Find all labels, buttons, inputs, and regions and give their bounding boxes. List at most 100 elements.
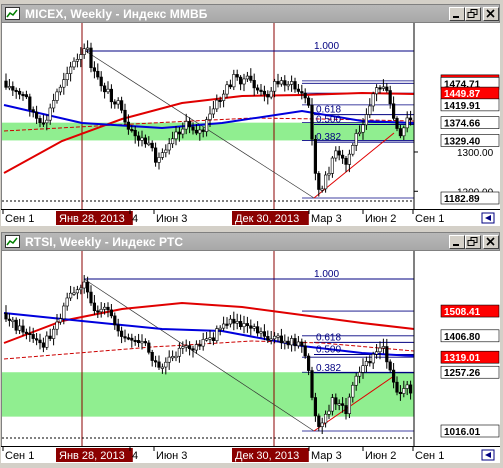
candle-body [154,147,158,163]
candle-body [86,47,90,50]
candle-body [364,114,369,126]
restore-button[interactable] [465,7,481,21]
candle-body [48,107,52,121]
candle-body [242,323,246,328]
candle-body [17,325,22,331]
candle-body [381,86,386,89]
candle-body [402,127,406,137]
price-label: 1508.41 [444,307,481,318]
chart-window-micex: MICEX, Weekly - Индекс ММВБ 1.000 0.618 0.… [1,4,502,226]
window-titlebar[interactable]: RTSI, Weekly - Индекс РТС [1,232,500,251]
close-button[interactable] [483,7,499,21]
candle-body [371,93,375,107]
minimize-button[interactable] [449,235,465,249]
candle-body [249,75,253,81]
x-axis-bar: Сен 1 Янв 28, 2013 4 Июн 3 Дек 30, 2013 Мар 3… [1,446,500,463]
window-title: RTSI, Weekly - Индекс РТС [25,235,184,249]
candle-body [340,154,345,159]
chart-window-rtsi: RTSI, Weekly - Индекс РТС 1.000 0.618 0.50… [1,232,502,464]
candle-body [96,70,100,78]
candle-body [58,86,62,93]
candle-body [300,91,304,94]
candle-body [150,142,154,149]
candle-body [34,338,39,341]
candle-body [361,365,365,373]
restore-button[interactable] [465,235,481,249]
candle-body [215,328,219,341]
candle-body [374,351,379,355]
candle-body [4,80,8,88]
candle-body [150,352,154,361]
candle-body [113,315,117,326]
candle-body [82,48,86,55]
candle-body [289,81,294,85]
x-axis-label: Дек 30, 2013 [235,450,299,462]
price-plot[interactable]: 1.0000.6180.5000.3821300.001200.001499.2… [1,23,500,209]
candle-body [378,87,382,90]
candle-body [4,312,8,320]
close-button[interactable] [483,235,499,249]
candle-body [398,128,403,137]
candle-body [306,355,311,371]
candle-body [259,331,263,334]
scroll-icon [481,449,495,461]
x-axis-label: Июн 2 [365,450,396,462]
candle-body [371,353,375,364]
candle-body [262,90,267,95]
candle-body [89,47,93,69]
candle-body [225,323,229,326]
price-label: 1319.01 [444,353,481,364]
candle-body [330,397,335,412]
x-axis-label: Июн 2 [365,213,396,225]
candle-body [62,79,66,88]
fibo-label: 0.500 [316,114,341,125]
price-label: 1257.26 [444,368,481,379]
candle-body [69,66,73,74]
candle-body [137,340,141,344]
x-axis-svg: Сен 1 Янв 28, 2013 4 Июн 3 Дек 30, 2013 Мар 3… [2,447,495,462]
candle-body [21,325,25,333]
price-label: 1182.89 [444,194,480,205]
moving-average-dashed [3,340,415,360]
candle-body [48,335,52,339]
candle-body [340,403,345,406]
fibo-label: 0.618 [316,332,341,343]
candle-body [320,422,324,427]
candle-body [171,356,175,359]
candle-body [58,318,62,323]
candle-body [354,375,358,386]
candle-body [28,332,32,336]
candle-body [235,321,239,324]
candle-body [296,341,301,347]
candle-body [198,129,202,134]
candle-body [51,328,56,339]
fibo-label: 1.000 [314,269,339,280]
x-axis-label: Янв 28, 2013 [59,450,125,462]
candle-body [103,306,107,310]
candle-body [130,129,134,132]
candle-body [14,89,18,93]
candle-body [198,344,202,347]
price-label: 1016.01 [444,427,481,438]
candle-body [194,129,199,134]
candle-body [194,344,199,351]
candle-body [164,361,168,368]
candle-body [208,337,212,340]
candle-body [143,137,148,145]
candle-body [133,129,137,137]
candle-body [245,75,250,80]
candle-body [72,60,76,68]
candle-body [283,340,287,344]
x-axis-bar: Сен 1 Янв 28, 2013 4 Июн 3 Дек 30, 2013 Мар 3… [1,209,500,226]
window-titlebar[interactable]: MICEX, Weekly - Индекс ММВБ [1,4,500,23]
chart-app-icon [5,7,20,20]
fibo-label: 1.000 [314,41,339,52]
price-plot[interactable]: 1.000 0.618 0.500 0.382 1508.41 1406.80 1319.0… [1,251,500,446]
minimize-button[interactable] [449,7,465,21]
candle-body [256,326,260,334]
price-label: 1419.91 [444,101,481,112]
candle-body [24,94,29,98]
candle-body [24,331,29,334]
scroll-icon [481,212,495,224]
candle-body [256,87,260,91]
